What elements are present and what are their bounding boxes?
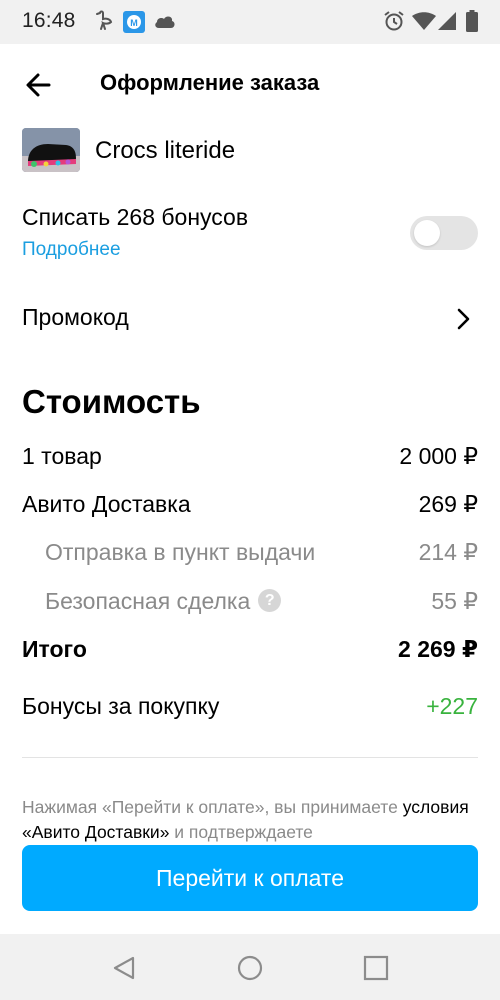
home-circle-icon[interactable] <box>236 954 264 982</box>
divider <box>22 757 478 758</box>
pay-button[interactable]: Перейти к оплате <box>22 845 478 911</box>
crocs-shoe-photo <box>22 128 80 172</box>
cost-value: 55 ₽ <box>431 588 478 614</box>
toggle-knob <box>414 220 440 246</box>
ostrich-icon <box>94 10 114 37</box>
cost-row-bonuses: Бонусы за покупку +227 <box>0 693 500 733</box>
alarm-icon <box>383 10 405 37</box>
back-button[interactable] <box>22 68 56 102</box>
cost-row-total: Итого 2 269 ₽ <box>0 636 500 676</box>
item-title[interactable]: Crocs literide <box>95 137 235 165</box>
help-icon[interactable]: ? <box>258 589 282 613</box>
cost-label: Безопасная сделка <box>45 588 251 614</box>
wifi-icon <box>412 12 436 35</box>
navigation-bar <box>0 934 500 1000</box>
signal-icon <box>438 12 456 35</box>
cost-value: 2 000 ₽ <box>399 443 478 469</box>
terms-text: Нажимая «Перейти к оплате», вы принимает… <box>22 795 478 845</box>
cost-label-wrap: Безопасная сделка? <box>45 588 282 615</box>
cost-row-safe-deal: Безопасная сделка? 55 ₽ <box>0 588 500 628</box>
cost-label: 1 товар <box>22 443 102 469</box>
back-triangle-icon[interactable] <box>111 954 139 982</box>
cloud-icon <box>154 13 176 34</box>
terms-part1: Нажимая «Перейти к оплате», вы принимает… <box>22 797 398 817</box>
cost-value: 214 ₽ <box>418 539 478 565</box>
total-value: 2 269 ₽ <box>398 636 478 662</box>
bonus-label: Списать 268 бонусов <box>22 204 249 230</box>
battery-icon <box>466 10 478 37</box>
total-label: Итого <box>22 636 87 662</box>
bonuses-label: Бонусы за покупку <box>22 693 220 719</box>
promo-row[interactable]: Промокод <box>0 292 500 348</box>
chevron-right-icon <box>452 306 474 332</box>
bonus-toggle[interactable] <box>410 216 478 250</box>
bonuses-value: +227 <box>426 693 478 719</box>
promo-label: Промокод <box>22 304 129 330</box>
cost-row-shipping: Отправка в пункт выдачи 214 ₽ <box>0 539 500 579</box>
terms-part2: и подтверждаете <box>169 822 313 842</box>
svg-text:M: M <box>130 18 138 28</box>
pay-button-label: Перейти к оплате <box>156 865 344 891</box>
status-bar: 16:48 M <box>0 0 500 44</box>
recents-square-icon[interactable] <box>362 954 390 982</box>
status-time: 16:48 <box>22 9 76 32</box>
cost-row-items: 1 товар 2 000 ₽ <box>0 443 500 483</box>
cost-label: Отправка в пункт выдачи <box>45 539 316 565</box>
bonus-more-link[interactable]: Подробнее <box>22 239 121 261</box>
cost-heading: Стоимость <box>22 383 201 420</box>
m-app-icon: M <box>123 11 145 38</box>
cost-label: Авито Доставка <box>22 491 191 517</box>
item-thumbnail[interactable] <box>22 128 80 172</box>
arrow-left-icon <box>26 73 51 97</box>
page-title: Оформление заказа <box>100 70 320 95</box>
cost-row-delivery: Авито Доставка 269 ₽ <box>0 491 500 531</box>
cost-value: 269 ₽ <box>418 491 478 517</box>
